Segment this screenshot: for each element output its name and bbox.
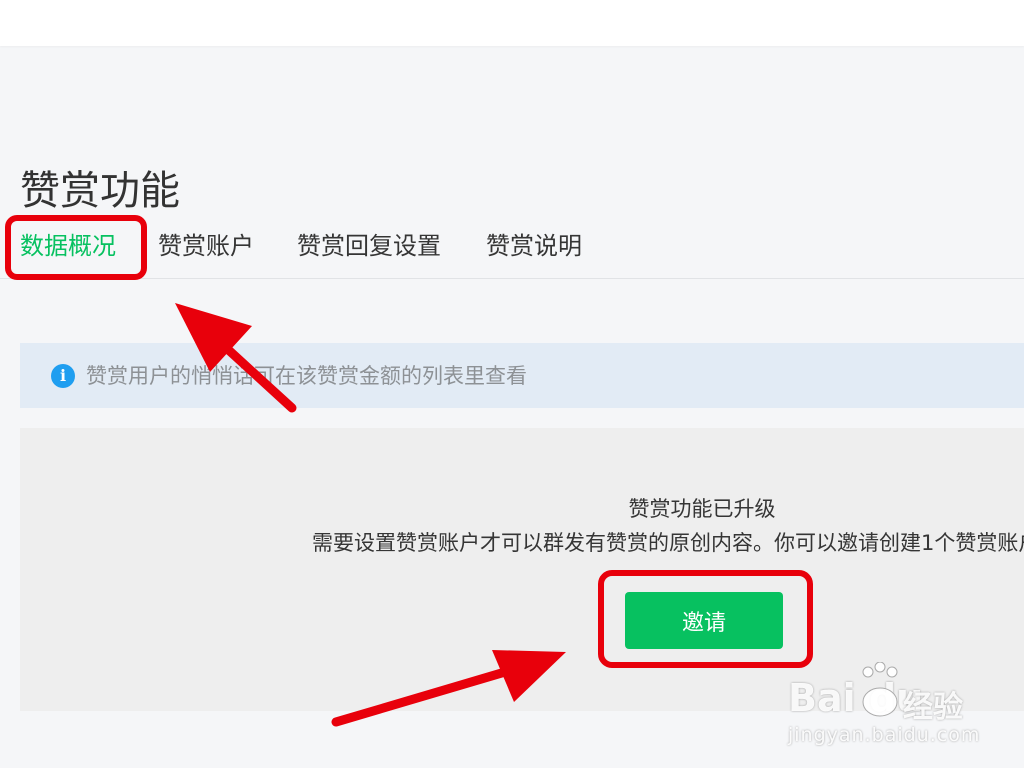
top-navigation-bar <box>0 0 1024 46</box>
watermark-url: jingyan.baidu.com <box>788 724 981 746</box>
upgrade-panel: 赞赏功能已升级 需要设置赞赏账户才可以群发有赞赏的原创内容。你可以邀请创建1个赞… <box>20 428 1024 711</box>
info-notice: i 赞赏用户的悄悄话可在该赞赏金额的列表里查看 <box>20 343 1024 408</box>
tab-reward-reply-settings[interactable]: 赞赏回复设置 <box>297 228 441 264</box>
page-title: 赞赏功能 <box>20 167 180 214</box>
tab-reward-instructions[interactable]: 赞赏说明 <box>486 228 582 264</box>
info-icon: i <box>51 364 75 388</box>
panel-description: 需要设置赞赏账户才可以群发有赞赏的原创内容。你可以邀请创建1个赞赏账户 <box>312 531 1024 555</box>
tab-data-overview[interactable]: 数据概况 <box>20 228 116 264</box>
tab-bar: 数据概况 赞赏账户 赞赏回复设置 赞赏说明 <box>0 218 1024 279</box>
panel-title: 赞赏功能已升级 <box>628 497 776 521</box>
notice-text: 赞赏用户的悄悄话可在该赞赏金额的列表里查看 <box>86 364 527 388</box>
tab-reward-account[interactable]: 赞赏账户 <box>158 228 254 264</box>
invite-button[interactable]: 邀请 <box>625 592 783 649</box>
